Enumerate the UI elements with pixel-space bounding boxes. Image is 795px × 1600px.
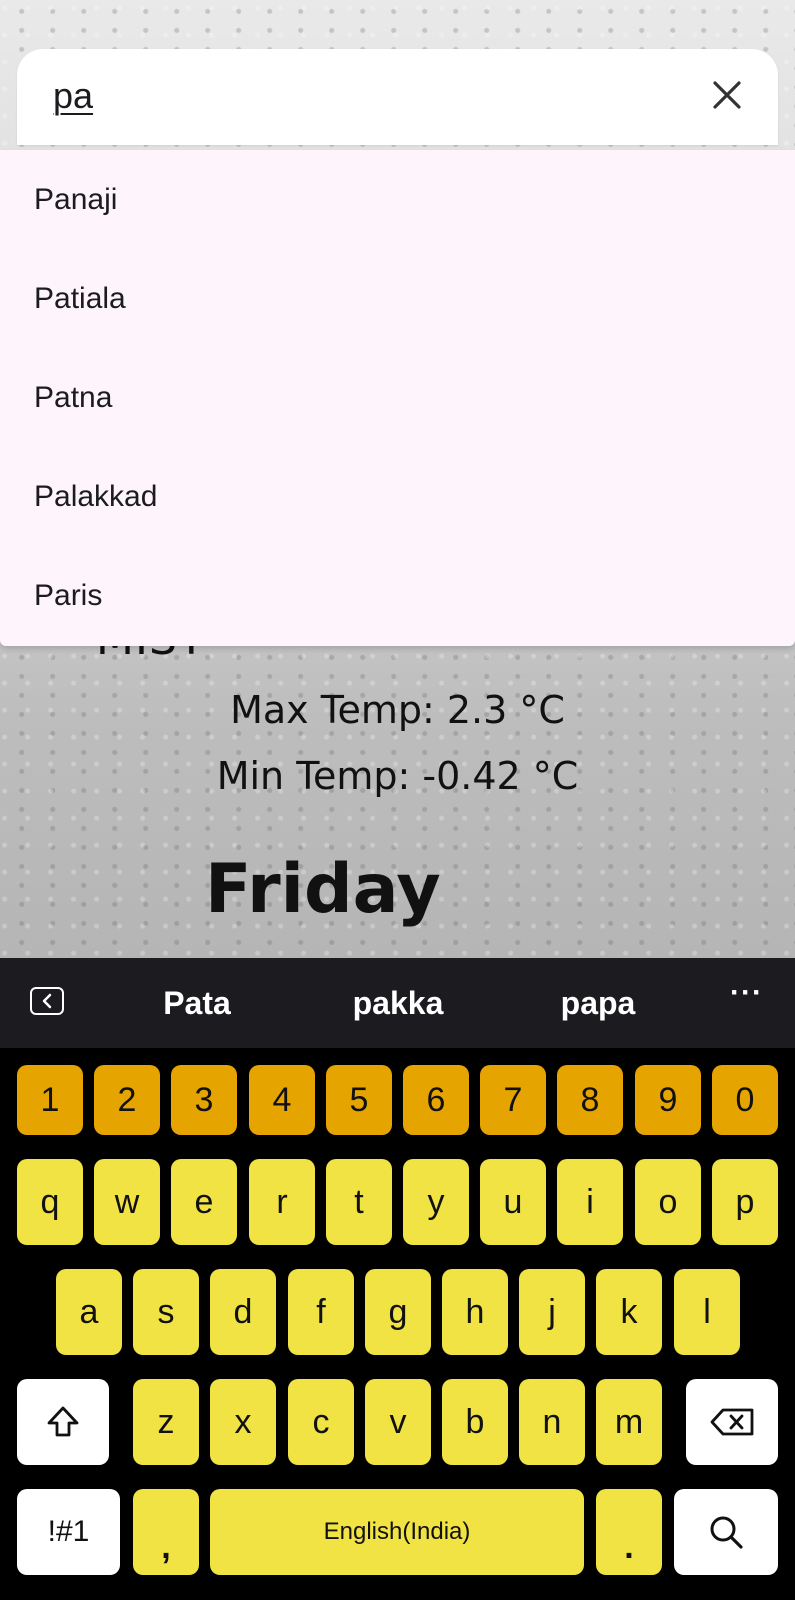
key-n[interactable]: n bbox=[519, 1379, 585, 1465]
key-a[interactable]: a bbox=[56, 1269, 122, 1355]
key-l[interactable]: l bbox=[674, 1269, 740, 1355]
period-key[interactable]: . bbox=[596, 1489, 662, 1575]
max-temp: Max Temp: 2.3 °C bbox=[230, 688, 565, 732]
backspace-key[interactable] bbox=[686, 1379, 778, 1465]
key-9[interactable]: 9 bbox=[635, 1065, 701, 1135]
suggestion-item[interactable]: Panaji bbox=[0, 150, 795, 249]
clear-button[interactable] bbox=[707, 75, 747, 115]
weather-condition: MIST bbox=[96, 646, 206, 664]
word-suggestion[interactable]: Pata bbox=[117, 958, 277, 1048]
key-q[interactable]: q bbox=[17, 1159, 83, 1245]
key-u[interactable]: u bbox=[480, 1159, 546, 1245]
shift-key[interactable] bbox=[17, 1379, 109, 1465]
key-k[interactable]: k bbox=[596, 1269, 662, 1355]
key-4[interactable]: 4 bbox=[249, 1065, 315, 1135]
close-icon bbox=[713, 81, 741, 109]
key-x[interactable]: x bbox=[210, 1379, 276, 1465]
condition-clip: MIST bbox=[96, 646, 296, 664]
key-3[interactable]: 3 bbox=[171, 1065, 237, 1135]
city-suggestions: Panaji Patiala Patna Palakkad Paris bbox=[0, 150, 795, 646]
key-g[interactable]: g bbox=[365, 1269, 431, 1355]
key-j[interactable]: j bbox=[519, 1269, 585, 1355]
more-options-button[interactable]: ··· bbox=[730, 976, 763, 1010]
key-w[interactable]: w bbox=[94, 1159, 160, 1245]
key-p[interactable]: p bbox=[712, 1159, 778, 1245]
key-m[interactable]: m bbox=[596, 1379, 662, 1465]
key-h[interactable]: h bbox=[442, 1269, 508, 1355]
key-1[interactable]: 1 bbox=[17, 1065, 83, 1135]
min-temp: Min Temp: -0.42 °C bbox=[216, 754, 579, 798]
weather-panel: MIST Max Temp: 2.3 °C Min Temp: -0.42 °C… bbox=[0, 646, 795, 958]
day-label: Friday bbox=[205, 850, 441, 929]
search-input[interactable]: pa bbox=[53, 75, 93, 117]
search-bar[interactable]: pa bbox=[17, 49, 778, 145]
comma-key[interactable]: , bbox=[133, 1489, 199, 1575]
word-suggestion[interactable]: pakka bbox=[318, 958, 478, 1048]
soft-keyboard: Pata pakka papa ··· 1 2 3 4 5 6 7 8 9 0 … bbox=[0, 958, 795, 1600]
shift-icon bbox=[47, 1406, 79, 1437]
key-t[interactable]: t bbox=[326, 1159, 392, 1245]
key-o[interactable]: o bbox=[635, 1159, 701, 1245]
suggestion-item[interactable]: Patna bbox=[0, 348, 795, 447]
key-r[interactable]: r bbox=[249, 1159, 315, 1245]
key-5[interactable]: 5 bbox=[326, 1065, 392, 1135]
key-z[interactable]: z bbox=[133, 1379, 199, 1465]
chevron-left-icon bbox=[42, 993, 52, 1009]
key-2[interactable]: 2 bbox=[94, 1065, 160, 1135]
symbols-key[interactable]: !#1 bbox=[17, 1489, 120, 1575]
keyboard-collapse-button[interactable] bbox=[30, 987, 64, 1015]
suggestion-item[interactable]: Paris bbox=[0, 546, 795, 645]
search-icon bbox=[710, 1516, 743, 1549]
key-b[interactable]: b bbox=[442, 1379, 508, 1465]
key-s[interactable]: s bbox=[133, 1269, 199, 1355]
search-key[interactable] bbox=[674, 1489, 778, 1575]
space-key[interactable]: English(India) bbox=[210, 1489, 584, 1575]
key-0[interactable]: 0 bbox=[712, 1065, 778, 1135]
key-d[interactable]: d bbox=[210, 1269, 276, 1355]
backspace-icon bbox=[710, 1408, 754, 1436]
key-v[interactable]: v bbox=[365, 1379, 431, 1465]
key-f[interactable]: f bbox=[288, 1269, 354, 1355]
suggestion-item[interactable]: Patiala bbox=[0, 249, 795, 348]
key-7[interactable]: 7 bbox=[480, 1065, 546, 1135]
key-y[interactable]: y bbox=[403, 1159, 469, 1245]
word-suggestion[interactable]: papa bbox=[518, 958, 678, 1048]
key-e[interactable]: e bbox=[171, 1159, 237, 1245]
suggestion-item[interactable]: Palakkad bbox=[0, 447, 795, 546]
key-i[interactable]: i bbox=[557, 1159, 623, 1245]
key-6[interactable]: 6 bbox=[403, 1065, 469, 1135]
word-suggestion-bar: Pata pakka papa ··· bbox=[0, 958, 795, 1048]
key-c[interactable]: c bbox=[288, 1379, 354, 1465]
key-8[interactable]: 8 bbox=[557, 1065, 623, 1135]
